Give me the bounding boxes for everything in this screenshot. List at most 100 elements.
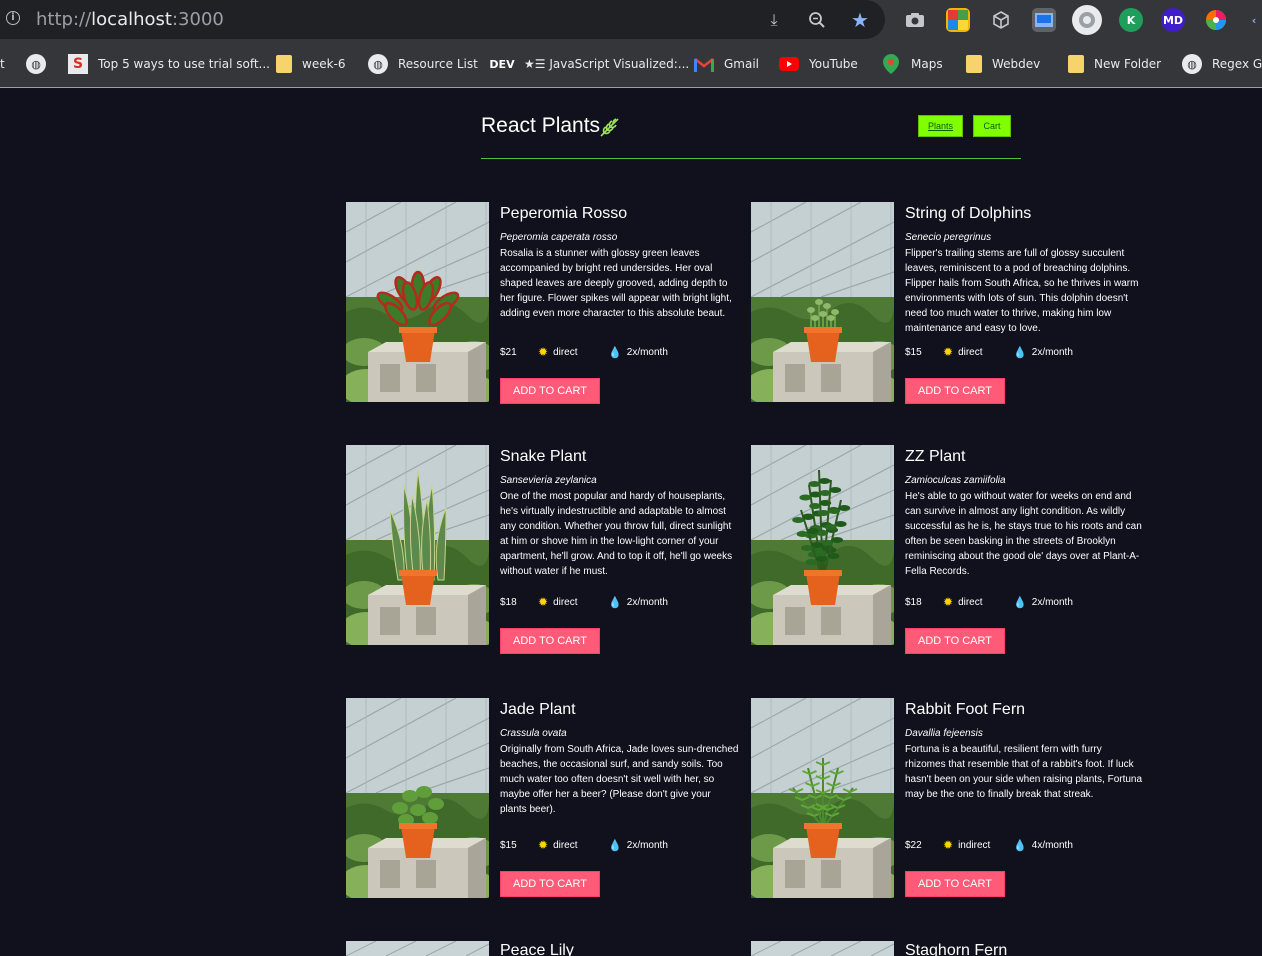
color-picker-extension-icon[interactable] bbox=[946, 8, 970, 32]
bookmark-star-icon[interactable]: ★ bbox=[849, 8, 871, 32]
plant-description: Flipper's trailing stems are full of glo… bbox=[905, 248, 1139, 334]
md-extension-icon[interactable]: MD bbox=[1161, 8, 1185, 32]
water-drop-icon: 💧 bbox=[608, 346, 622, 359]
water-frequency: 2x/month bbox=[626, 346, 668, 358]
plant-name: ZZ Plant bbox=[905, 448, 966, 465]
light-requirement: indirect bbox=[958, 839, 991, 851]
plant-photo bbox=[751, 202, 894, 402]
globe-icon: ◍ bbox=[1182, 54, 1202, 74]
plant-info: ZZ Plant Zamioculcas zamiifolia He's abl… bbox=[905, 445, 1145, 654]
nav-cart-button[interactable]: Cart bbox=[973, 115, 1011, 137]
nav-plants-button[interactable]: Plants bbox=[918, 115, 963, 137]
maps-icon bbox=[881, 54, 901, 74]
plant-photo-partial bbox=[346, 941, 489, 956]
bookmark-globe[interactable]: ◍ bbox=[26, 54, 56, 74]
plant-scientific-name: Zamioculcas zamiifolia bbox=[905, 475, 1006, 486]
water-frequency: 2x/month bbox=[1031, 596, 1073, 608]
plant-scientific-name: Senecio peregrinus bbox=[905, 232, 992, 243]
address-bar: i http://localhost:3000 ⤓ ★ K MD ‹ bbox=[0, 0, 1262, 41]
globe-icon: ◍ bbox=[368, 54, 388, 74]
plant-info: Snake Plant Sansevieria zeylanica One of… bbox=[500, 445, 740, 654]
sun-icon: ✹ bbox=[538, 838, 549, 852]
url-text[interactable]: http://localhost:3000 bbox=[36, 9, 224, 30]
plant-card: String of Dolphins Senecio peregrinus Fl… bbox=[751, 202, 1151, 404]
plant-name-partial: Peace Lily bbox=[500, 942, 574, 956]
water-drop-icon: 💧 bbox=[608, 596, 622, 609]
info-icon[interactable]: i bbox=[6, 11, 20, 25]
add-to-cart-button[interactable]: ADD TO CART bbox=[500, 378, 600, 404]
camera-icon[interactable] bbox=[903, 8, 927, 32]
plant-card: Rabbit Foot Fern Davallia fejeensis Fort… bbox=[751, 698, 1151, 898]
plant-description: Fortuna is a beautiful, resilient fern w… bbox=[905, 744, 1143, 800]
light-requirement: direct bbox=[553, 596, 578, 608]
add-to-cart-button[interactable]: ADD TO CART bbox=[500, 628, 600, 654]
omnibox[interactable]: i http://localhost:3000 ⤓ ★ bbox=[0, 0, 885, 39]
water-drop-icon: 💧 bbox=[1013, 346, 1027, 359]
plant-photo bbox=[346, 202, 489, 402]
bookmark-item[interactable]: YouTube bbox=[779, 54, 858, 74]
water-frequency: 2x/month bbox=[626, 839, 668, 851]
screenshot-extension-icon[interactable] bbox=[1032, 8, 1056, 32]
light-requirement: direct bbox=[553, 839, 578, 851]
plant-price: $21 bbox=[500, 346, 517, 358]
add-to-cart-button[interactable]: ADD TO CART bbox=[905, 378, 1005, 404]
plant-description: Originally from South Africa, Jade loves… bbox=[500, 744, 739, 815]
bookmarks-bar: t ◍ S Top 5 ways to use trial soft... we… bbox=[0, 41, 1262, 88]
sun-icon: ✹ bbox=[943, 595, 954, 609]
arrow-extension-icon[interactable]: ‹ bbox=[1246, 8, 1262, 32]
plant-price: $18 bbox=[500, 596, 517, 608]
bookmark-item[interactable]: Maps bbox=[881, 54, 943, 74]
plant-scientific-name: Sansevieria zeylanica bbox=[500, 475, 597, 486]
zoom-icon[interactable] bbox=[806, 9, 828, 31]
dev-icon: DEV bbox=[489, 57, 515, 71]
leaf-icon bbox=[600, 118, 619, 137]
plant-info: Rabbit Foot Fern Davallia fejeensis Fort… bbox=[905, 698, 1145, 898]
bookmark-folder[interactable]: week-6 bbox=[276, 54, 346, 74]
bookmark-item[interactable]: S Top 5 ways to use trial soft... bbox=[68, 54, 270, 74]
plant-meta: $15 ✹ direct 💧 2x/month bbox=[500, 838, 740, 852]
sun-icon: ✹ bbox=[943, 345, 954, 359]
water-frequency: 2x/month bbox=[626, 596, 668, 608]
plant-price: $15 bbox=[905, 346, 922, 358]
folder-icon bbox=[966, 55, 982, 73]
plant-meta: $22 ✹ indirect 💧 4x/month bbox=[905, 838, 1145, 852]
plant-scientific-name: Peperomia caperata rosso bbox=[500, 232, 618, 243]
add-to-cart-button[interactable]: ADD TO CART bbox=[905, 628, 1005, 654]
color-wheel-extension-icon[interactable] bbox=[1204, 8, 1228, 32]
plant-meta: $18 ✹ direct 💧 2x/month bbox=[500, 595, 740, 609]
add-to-cart-button[interactable]: ADD TO CART bbox=[500, 871, 600, 897]
plant-photo-partial bbox=[751, 941, 894, 956]
plant-card: Snake Plant Sansevieria zeylanica One of… bbox=[346, 445, 746, 654]
plant-description: He's able to go without water for weeks … bbox=[905, 491, 1142, 577]
plant-name: Jade Plant bbox=[500, 701, 576, 718]
plant-name: Peperomia Rosso bbox=[500, 205, 628, 222]
install-app-icon[interactable]: ⤓ bbox=[763, 9, 785, 31]
sun-icon: ✹ bbox=[943, 838, 954, 852]
plant-name: Rabbit Foot Fern bbox=[905, 701, 1026, 718]
plant-meta: $21 ✹ direct 💧 2x/month bbox=[500, 345, 740, 359]
plant-scientific-name: Davallia fejeensis bbox=[905, 728, 983, 739]
light-requirement: direct bbox=[958, 596, 983, 608]
plant-card: Peperomia Rosso Peperomia caperata rosso… bbox=[346, 202, 746, 404]
plant-info: Peperomia Rosso Peperomia caperata rosso… bbox=[500, 202, 740, 404]
bookmark-cut-off[interactable]: t bbox=[0, 54, 5, 74]
settings-extension-icon[interactable] bbox=[1072, 5, 1102, 35]
bookmark-item[interactable]: ◍ Regex Go bbox=[1182, 54, 1262, 74]
bookmark-folder[interactable]: Webdev bbox=[966, 54, 1040, 74]
cube-extension-icon[interactable] bbox=[989, 8, 1013, 32]
water-drop-icon: 💧 bbox=[608, 839, 622, 852]
s-logo-icon: S bbox=[68, 54, 88, 74]
page-title: React Plants bbox=[481, 114, 601, 137]
plant-info: String of Dolphins Senecio peregrinus Fl… bbox=[905, 202, 1145, 404]
bookmark-folder[interactable]: New Folder bbox=[1068, 54, 1161, 74]
plant-photo bbox=[346, 445, 489, 645]
bookmark-item[interactable]: DEV ★☰ JavaScript Visualized:... bbox=[489, 54, 689, 74]
plant-photo bbox=[751, 445, 894, 645]
bookmark-item[interactable]: Gmail bbox=[694, 54, 759, 74]
k-extension-icon[interactable]: K bbox=[1119, 8, 1143, 32]
add-to-cart-button[interactable]: ADD TO CART bbox=[905, 871, 1005, 897]
bookmark-item[interactable]: ◍ Resource List bbox=[368, 54, 478, 74]
folder-icon bbox=[276, 55, 292, 73]
sun-icon: ✹ bbox=[538, 595, 549, 609]
water-frequency: 2x/month bbox=[1031, 346, 1073, 358]
